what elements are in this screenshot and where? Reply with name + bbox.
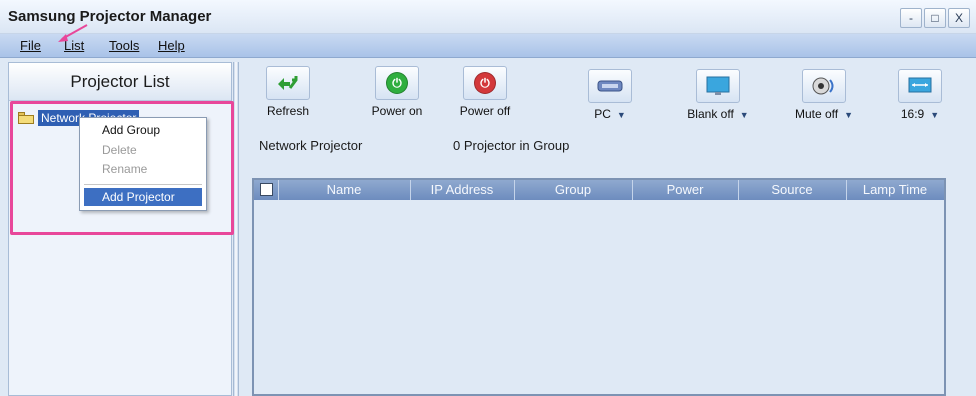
window-title: Samsung Projector Manager (8, 8, 212, 25)
power-on-icon: ⏻ (386, 72, 408, 94)
power-on-label: Power on (371, 104, 423, 118)
chevron-down-icon: ▼ (616, 110, 626, 120)
source-dropdown[interactable]: PC ▼ (556, 66, 664, 124)
projector-table: Name IP Address Group Power Source Lamp … (252, 178, 946, 396)
minimize-button[interactable]: - (900, 8, 922, 28)
refresh-icon (278, 76, 298, 90)
aspect-ratio-icon (908, 77, 932, 93)
blank-screen-icon (706, 76, 730, 95)
chevron-down-icon: ▼ (930, 110, 940, 120)
aspect-dropdown[interactable]: 16:9 ▼ (866, 66, 974, 124)
window-controls: - □ X (900, 8, 970, 28)
power-off-label: Power off (459, 104, 511, 118)
power-off-button[interactable]: ⏻ Power off (454, 66, 516, 124)
close-button[interactable]: X (948, 8, 970, 28)
aspect-label: 16:9 (900, 107, 925, 121)
refresh-label: Refresh (266, 104, 310, 118)
annotation-arrow-icon (58, 24, 88, 42)
mute-label: Mute off (794, 107, 839, 121)
menu-bar: File List Tools Help (0, 34, 976, 58)
column-header-name[interactable]: Name (278, 182, 410, 198)
power-on-button[interactable]: ⏻ Power on (364, 66, 430, 124)
chevron-down-icon: ▼ (844, 110, 854, 120)
power-off-icon: ⏻ (474, 72, 496, 94)
pc-input-icon (597, 80, 623, 92)
column-header-source[interactable]: Source (738, 182, 846, 198)
annotation-highlight-box (10, 101, 234, 235)
main-panel: Refresh ⏻ Power on ⏻ Power off PC ▼ Blan… (240, 62, 976, 396)
menu-file[interactable]: File (20, 38, 41, 53)
group-name-text: Network Projector (259, 138, 363, 153)
projector-list-title: Projector List (9, 63, 231, 101)
refresh-button[interactable]: Refresh (260, 66, 316, 124)
menu-help[interactable]: Help (158, 38, 185, 53)
title-bar: Samsung Projector Manager - □ X (0, 0, 976, 34)
blank-dropdown[interactable]: Blank off ▼ (664, 66, 772, 124)
menu-tools[interactable]: Tools (109, 38, 139, 53)
speaker-icon (812, 77, 834, 95)
blank-label: Blank off (687, 107, 734, 121)
column-header-power[interactable]: Power (632, 182, 738, 198)
app-window: Samsung Projector Manager - □ X File Lis… (0, 0, 976, 396)
source-label: PC (594, 107, 611, 121)
select-all-checkbox[interactable] (260, 183, 273, 196)
column-header-lamp-time[interactable]: Lamp Time (846, 182, 944, 198)
column-header-ip[interactable]: IP Address (410, 182, 514, 198)
maximize-button[interactable]: □ (924, 8, 946, 28)
table-header: Name IP Address Group Power Source Lamp … (254, 180, 944, 200)
projector-count-text: 0 Projector in Group (453, 138, 570, 153)
column-header-group[interactable]: Group (514, 182, 632, 198)
chevron-down-icon: ▼ (739, 110, 749, 120)
mute-dropdown[interactable]: Mute off ▼ (770, 66, 878, 124)
